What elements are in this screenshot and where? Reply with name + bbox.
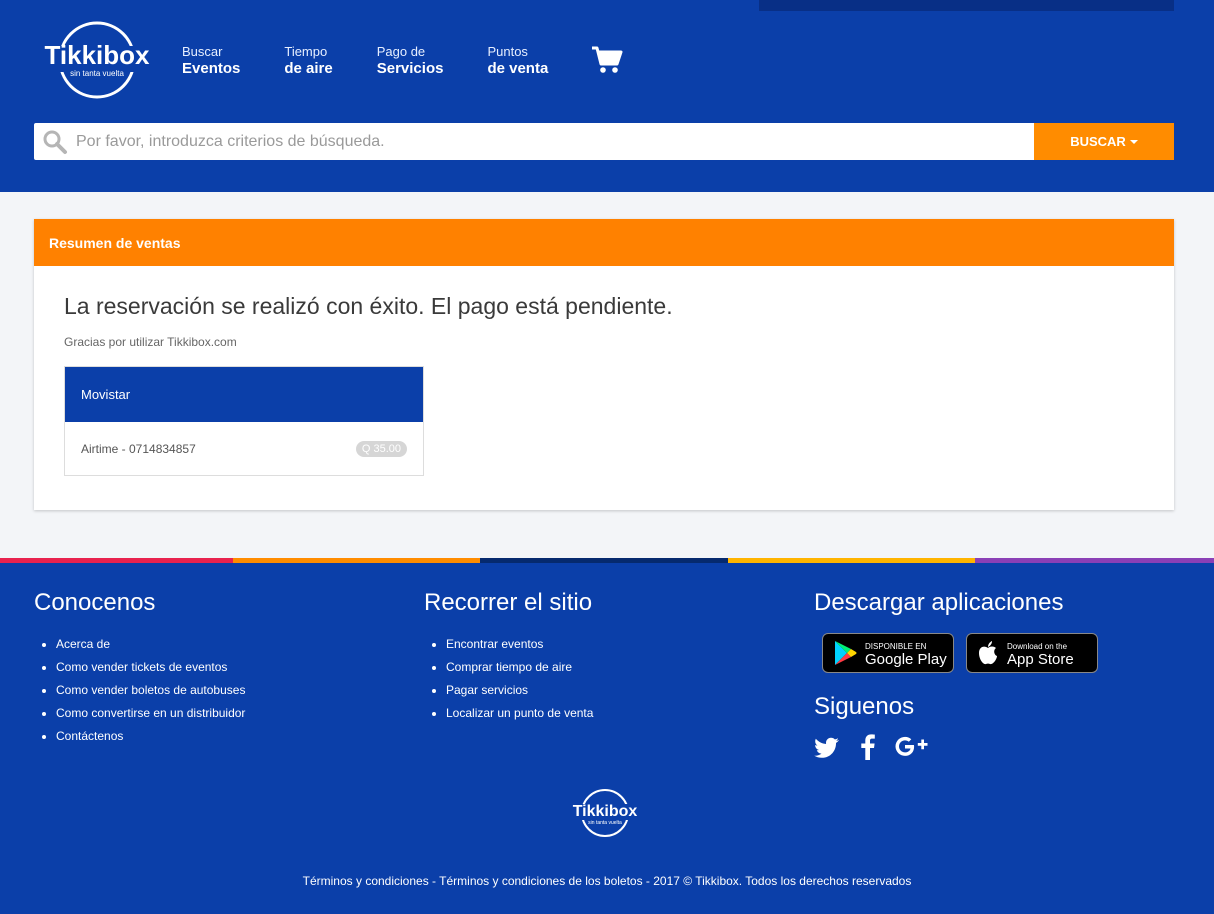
- order-card: Movistar Airtime - 0714834857 Q 35.00: [64, 366, 424, 476]
- app-badges: DISPONIBLE EN Google Play Download on th…: [822, 633, 1110, 673]
- follow-title: Siguenos: [814, 693, 915, 720]
- footer-link[interactable]: Comprar tiempo de aire: [446, 656, 593, 679]
- footer-link[interactable]: Localizar un punto de venta: [446, 702, 593, 725]
- footer-link[interactable]: Pagar servicios: [446, 679, 593, 702]
- footer-link[interactable]: Encontrar eventos: [446, 633, 593, 656]
- nav-puntos-de-venta[interactable]: Puntos de venta: [487, 44, 548, 79]
- thanks-message: Gracias por utilizar Tikkibox.com: [64, 335, 237, 349]
- social-links: [814, 733, 1110, 761]
- twitter-icon[interactable]: [814, 733, 842, 761]
- search-input[interactable]: [68, 132, 1034, 151]
- footer-col-apps: Descargar aplicaciones DISPONIBLE EN Goo…: [814, 589, 1110, 761]
- nav-small-label: Puntos: [487, 44, 528, 59]
- apple-icon: [979, 641, 997, 665]
- footer-col-title: Descargar aplicaciones: [814, 589, 1064, 616]
- search-button[interactable]: BUSCAR: [1034, 123, 1174, 160]
- nav-small-label: Pago de: [376, 44, 426, 59]
- shopping-cart-icon[interactable]: [591, 46, 623, 74]
- ticket-terms-link[interactable]: Términos y condiciones de los boletos: [439, 874, 642, 888]
- panel-title: Resumen de ventas: [34, 219, 1174, 266]
- google-play-icon: [835, 641, 857, 665]
- footer-col-recorrer: Recorrer el sitio Encontrar eventos Comp…: [424, 589, 593, 725]
- order-amount-badge: Q 35.00: [355, 440, 407, 457]
- google-play-big: Google Play: [865, 651, 947, 668]
- facebook-icon[interactable]: [854, 733, 882, 761]
- app-store-button[interactable]: Download on the App Store: [966, 633, 1098, 673]
- svg-text:sin tanta vuelta: sin tanta vuelta: [588, 820, 622, 826]
- footer-link[interactable]: Como vender boletos de autobuses: [56, 679, 245, 702]
- footer-link[interactable]: Como convertirse en un distribuidor: [56, 702, 245, 725]
- sales-summary-panel: Resumen de ventas La reservación se real…: [34, 219, 1174, 510]
- svg-text:sin tanta vuelta: sin tanta vuelta: [70, 69, 124, 78]
- order-item: Airtime - 0714834857: [81, 441, 196, 456]
- app-store-big: App Store: [1007, 651, 1074, 668]
- google-play-button[interactable]: DISPONIBLE EN Google Play: [822, 633, 954, 673]
- svg-text:Tikkibox: Tikkibox: [573, 803, 638, 820]
- nav-big-label: Servicios: [376, 60, 444, 77]
- copyright-text: - 2017 © Tikkibox. Todos los derechos re…: [642, 874, 912, 888]
- search-icon: [43, 130, 67, 154]
- order-item-row: Airtime - 0714834857 Q 35.00: [65, 422, 423, 475]
- site-header: Tikkibox sin tanta vuelta Buscar Eventos…: [0, 0, 1214, 192]
- nav-big-label: de venta: [487, 60, 549, 77]
- separator: -: [428, 874, 440, 888]
- footer-logo[interactable]: Tikkibox sin tanta vuelta: [570, 787, 640, 839]
- main-content: Resumen de ventas La reservación se real…: [0, 192, 1214, 558]
- footer-col-conocenos: Conocenos Acerca de Como vender tickets …: [34, 589, 245, 748]
- svg-text:Tikkibox: Tikkibox: [44, 40, 150, 70]
- nav-small-label: Tiempo: [284, 44, 328, 59]
- footer-link[interactable]: Contáctenos: [56, 725, 245, 748]
- nav-pago-de-servicios[interactable]: Pago de Servicios: [377, 44, 444, 79]
- caret-down-icon: [1129, 139, 1138, 144]
- nav-tiempo-de-aire[interactable]: Tiempo de aire: [284, 44, 332, 79]
- top-bar: [759, 0, 1174, 11]
- footer-bottom-bar: Términos y condiciones - Términos y cond…: [0, 874, 1214, 888]
- nav-small-label: Buscar: [182, 44, 223, 59]
- success-message: La reservación se realizó con éxito. El …: [64, 293, 673, 319]
- search-box: [34, 123, 1034, 160]
- terms-link[interactable]: Términos y condiciones: [303, 874, 429, 888]
- order-provider: Movistar: [65, 367, 423, 422]
- footer-link[interactable]: Acerca de: [56, 633, 245, 656]
- google-plus-icon[interactable]: [894, 733, 932, 761]
- site-footer: Conocenos Acerca de Como vender tickets …: [0, 563, 1214, 914]
- search-bar: BUSCAR: [34, 123, 1174, 160]
- nav-buscar-eventos[interactable]: Buscar Eventos: [182, 44, 240, 79]
- nav-big-label: Eventos: [182, 60, 241, 77]
- search-button-label: BUSCAR: [1070, 134, 1126, 149]
- footer-link[interactable]: Como vender tickets de eventos: [56, 656, 245, 679]
- main-nav: Buscar Eventos Tiempo de aire Pago de Se…: [182, 44, 592, 79]
- nav-big-label: de aire: [284, 60, 333, 77]
- footer-col-title: Conocenos: [34, 589, 156, 616]
- footer-col-title: Recorrer el sitio: [424, 589, 593, 616]
- tikkibox-logo[interactable]: Tikkibox sin tanta vuelta: [42, 20, 152, 100]
